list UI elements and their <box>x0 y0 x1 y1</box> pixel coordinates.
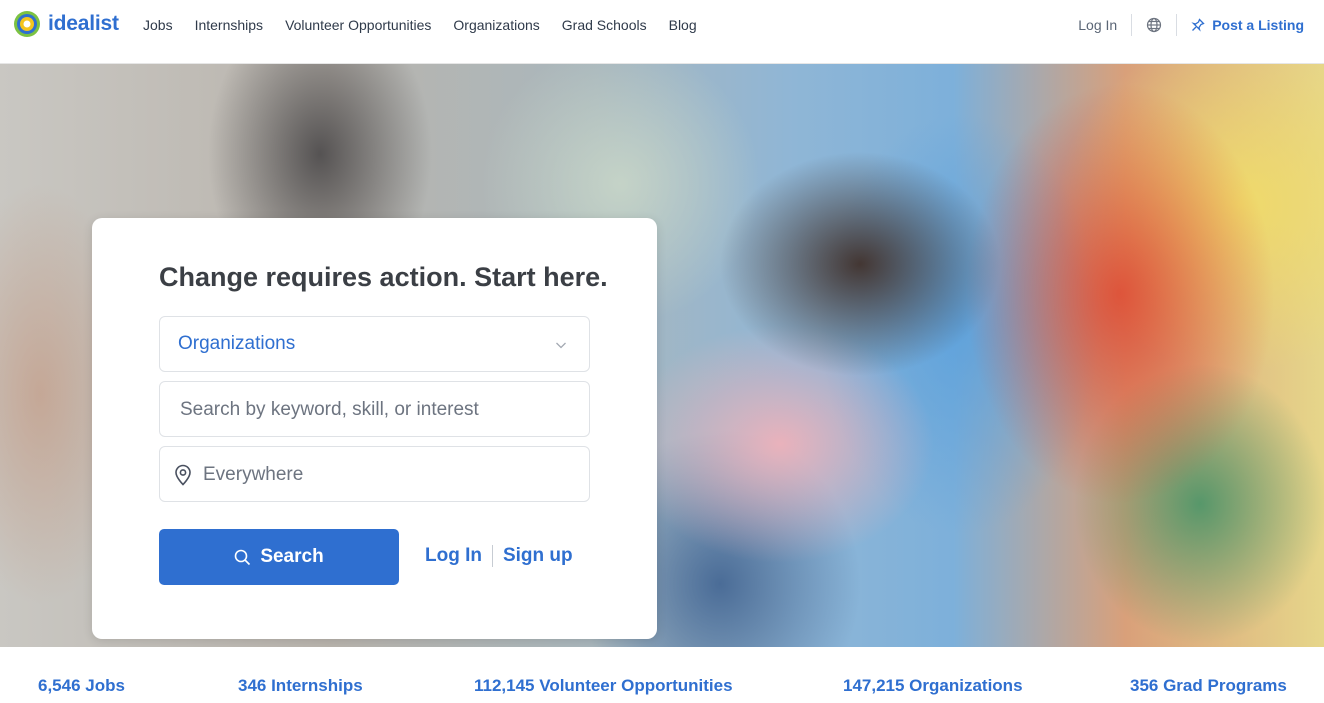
site-header: idealist Jobs Internships Volunteer Oppo… <box>0 0 1324 64</box>
post-listing-button[interactable]: Post a Listing <box>1191 17 1304 33</box>
stat-volunteer-link[interactable]: 112,145 Volunteer Opportunities <box>474 676 733 696</box>
location-field <box>159 446 590 502</box>
stat-jobs-link[interactable]: 6,546 Jobs <box>38 676 125 696</box>
location-pin-icon <box>175 464 191 486</box>
signup-link[interactable]: Sign up <box>503 545 573 567</box>
auth-divider <box>491 545 493 567</box>
globe-icon[interactable] <box>1146 17 1162 33</box>
hero-banner: Change requires action. Start here. Orga… <box>0 64 1324 647</box>
stat-grad-programs-link[interactable]: 356 Grad Programs <box>1130 676 1287 696</box>
auth-links: Log In Sign up <box>425 545 573 567</box>
header-login-link[interactable]: Log In <box>1078 17 1117 33</box>
chevron-down-icon <box>556 342 566 349</box>
nav-item-internships[interactable]: Internships <box>195 17 263 33</box>
post-listing-label: Post a Listing <box>1212 17 1304 33</box>
logo-link[interactable]: idealist <box>12 9 119 39</box>
header-divider <box>1131 14 1133 36</box>
search-card: Change requires action. Start here. Orga… <box>92 218 657 639</box>
stats-bar: 6,546 Jobs 346 Internships 112,145 Volun… <box>0 647 1324 703</box>
login-link[interactable]: Log In <box>425 545 482 567</box>
hero-headline: Change requires action. Start here. <box>159 262 608 292</box>
stat-internships-link[interactable]: 346 Internships <box>238 676 363 696</box>
keyword-search-input[interactable] <box>180 396 570 424</box>
stat-organizations-link[interactable]: 147,215 Organizations <box>843 676 1023 696</box>
idealist-sun-logo-icon <box>14 11 40 37</box>
search-button-label: Search <box>260 546 324 567</box>
nav-item-organizations[interactable]: Organizations <box>453 17 539 33</box>
logo-text: idealist <box>48 12 119 35</box>
location-input[interactable] <box>203 461 573 489</box>
header-divider <box>1176 14 1178 36</box>
keyword-field <box>159 381 590 437</box>
nav-item-grad-schools[interactable]: Grad Schools <box>562 17 647 33</box>
listing-type-select[interactable]: Organizations <box>159 316 590 372</box>
header-actions: Log In Post a Listing <box>1078 0 1304 50</box>
pin-icon <box>1191 18 1205 32</box>
nav-item-volunteer-opportunities[interactable]: Volunteer Opportunities <box>285 17 431 33</box>
nav-item-jobs[interactable]: Jobs <box>143 17 173 33</box>
listing-type-value: Organizations <box>178 333 296 354</box>
nav-item-blog[interactable]: Blog <box>669 17 697 33</box>
search-button[interactable]: Search <box>159 529 399 585</box>
main-nav: Jobs Internships Volunteer Opportunities… <box>143 0 697 50</box>
search-icon <box>235 549 251 565</box>
